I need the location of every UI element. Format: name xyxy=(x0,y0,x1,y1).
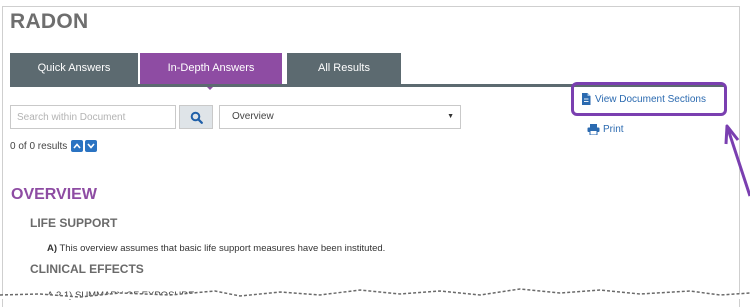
chevron-up-icon xyxy=(73,143,81,149)
tab-in-depth-answers-label: In-Depth Answers xyxy=(167,62,255,74)
life-support-text: This overview assumes that basic life su… xyxy=(59,243,386,254)
results-count-text: 0 of 0 results xyxy=(10,140,68,152)
view-document-sections-link[interactable]: View Document Sections xyxy=(571,82,727,116)
chevron-down-icon xyxy=(87,143,95,149)
clinical-effects-heading: CLINICAL EFFECTS xyxy=(30,262,144,276)
section-select-value: Overview xyxy=(232,111,274,122)
search-button[interactable] xyxy=(179,105,213,129)
magnifier-icon xyxy=(190,111,203,124)
view-document-sections-label: View Document Sections xyxy=(595,93,706,105)
life-support-marker: A) xyxy=(47,243,58,254)
document-icon xyxy=(582,93,591,105)
print-label: Print xyxy=(603,124,624,135)
printer-icon xyxy=(587,124,600,135)
search-within-document-input[interactable] xyxy=(10,105,176,129)
page-title: RADON xyxy=(10,10,89,33)
print-link[interactable]: Print xyxy=(587,124,624,135)
life-support-heading: LIFE SUPPORT xyxy=(30,216,118,230)
previous-result-button[interactable] xyxy=(71,140,84,152)
section-select[interactable]: Overview ▼ xyxy=(219,105,461,129)
tab-quick-answers[interactable]: Quick Answers xyxy=(10,53,138,84)
tab-all-results[interactable]: All Results xyxy=(287,53,401,84)
torn-page-edge xyxy=(0,288,750,299)
life-support-paragraph: A) This overview assumes that basic life… xyxy=(47,243,385,254)
select-arrow-icon: ▼ xyxy=(447,113,454,120)
tab-in-depth-answers[interactable]: In-Depth Answers xyxy=(140,53,282,90)
overview-heading: OVERVIEW xyxy=(11,186,97,203)
results-counter: 0 of 0 results xyxy=(10,139,99,153)
next-result-button[interactable] xyxy=(85,140,98,152)
